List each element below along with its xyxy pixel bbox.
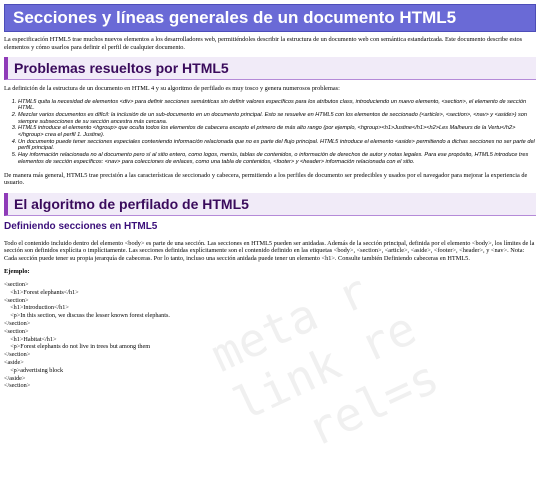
algorithm-heading: El algoritmo de perfilado de HTML5: [4, 192, 536, 216]
problems-list: HTML5 quita la necesidad de elementos <d…: [4, 99, 536, 166]
document-body: Secciones y líneas generales de un docum…: [0, 0, 540, 390]
example-label: Ejemplo:: [4, 268, 30, 276]
list-item: Hay información relacionada no al docume…: [18, 152, 536, 165]
summary-paragraph: De manera más general, HTML5 trae precis…: [4, 171, 528, 187]
code-example: <section> <h1>Forest elephants</h1> <sec…: [4, 281, 536, 390]
code-line: <p>advertising block: [4, 366, 64, 374]
list-item: HTML5 quita la necesidad de elementos <d…: [18, 99, 536, 112]
code-line: <h1>Habitat</h1>: [4, 335, 57, 343]
problems-intro: La definición de la estructura de un doc…: [4, 85, 340, 92]
intro-paragraph: La especificación HTML5 trae muchos nuev…: [4, 36, 523, 51]
code-line: <p>Forest elephants do not live in trees…: [4, 343, 151, 351]
code-line: </section>: [4, 320, 31, 328]
code-line: <h1>Forest elephants</h1>: [4, 288, 79, 296]
code-line: <h1>Introduction</h1>: [4, 304, 69, 312]
code-line: <aside>: [4, 359, 24, 366]
list-item: HTML5 introduce el elemento <hgroup> que…: [18, 125, 536, 138]
code-line: <section>: [4, 296, 29, 304]
code-line: <p>In this section, we discuss the lesse…: [4, 312, 170, 320]
list-item: Un documento puede tener secciones espec…: [18, 139, 536, 152]
problems-heading: Problemas resueltos por HTML5: [4, 57, 536, 80]
sections-paragraph: Todo el contenido incluido dentro del el…: [4, 239, 535, 262]
code-line: </section>: [4, 351, 31, 359]
code-line: </section>: [4, 382, 31, 390]
sections-subheading: Definiendo secciones en HTML5: [4, 220, 158, 232]
code-line: </aside>: [4, 374, 26, 382]
list-item: Mezclar varios documentos es difícil: la…: [18, 112, 536, 125]
code-line: <section>: [4, 327, 29, 335]
page-title: Secciones y líneas generales de un docum…: [4, 4, 536, 32]
code-line: <section>: [4, 281, 29, 289]
